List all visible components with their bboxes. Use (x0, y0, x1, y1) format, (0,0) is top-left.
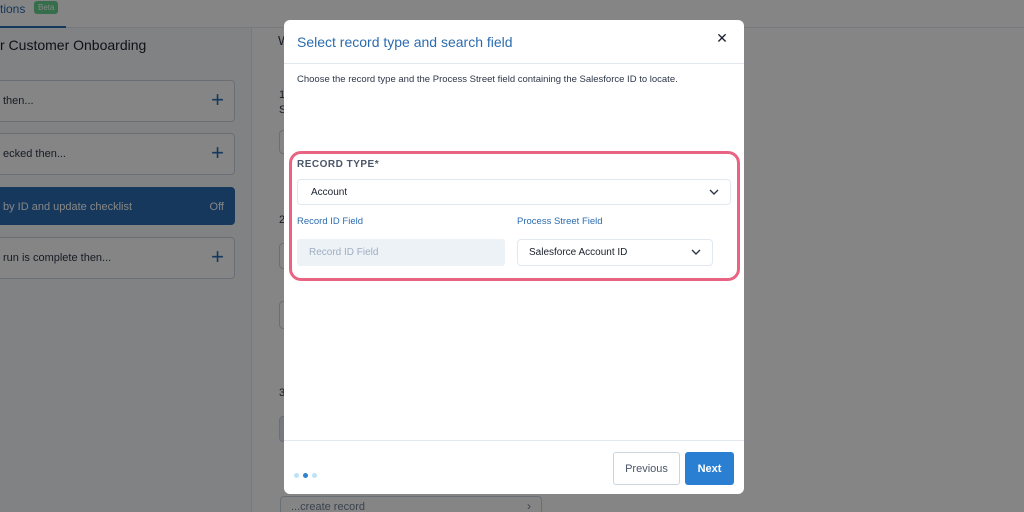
next-button[interactable]: Next (685, 452, 734, 485)
close-icon[interactable]: ✕ (712, 28, 732, 48)
modal-instructions: Choose the record type and the Process S… (297, 74, 678, 85)
chevron-down-icon (691, 249, 701, 255)
record-type-label: RECORD TYPE* (297, 159, 380, 170)
modal-title: Select record type and search field (297, 34, 513, 50)
pagination-dot-active (303, 473, 308, 478)
process-street-field-value: Salesforce Account ID (529, 247, 628, 258)
step-pagination-dots (294, 465, 321, 483)
process-street-field-label: Process Street Field (517, 216, 603, 227)
modal-footer: Previous Next (284, 440, 744, 494)
modal-header: Select record type and search field ✕ (284, 20, 744, 64)
pagination-dot (294, 473, 299, 478)
record-type-value: Account (311, 187, 348, 198)
record-type-select[interactable]: Account (297, 179, 731, 205)
previous-button[interactable]: Previous (613, 452, 680, 485)
record-id-field-label: Record ID Field (297, 216, 363, 227)
chevron-down-icon (709, 189, 719, 195)
process-street-field-select[interactable]: Salesforce Account ID (517, 239, 713, 266)
pagination-dot (312, 473, 317, 478)
record-id-field-input[interactable] (297, 239, 505, 266)
select-record-type-dialog: Select record type and search field ✕ Ch… (284, 20, 744, 494)
